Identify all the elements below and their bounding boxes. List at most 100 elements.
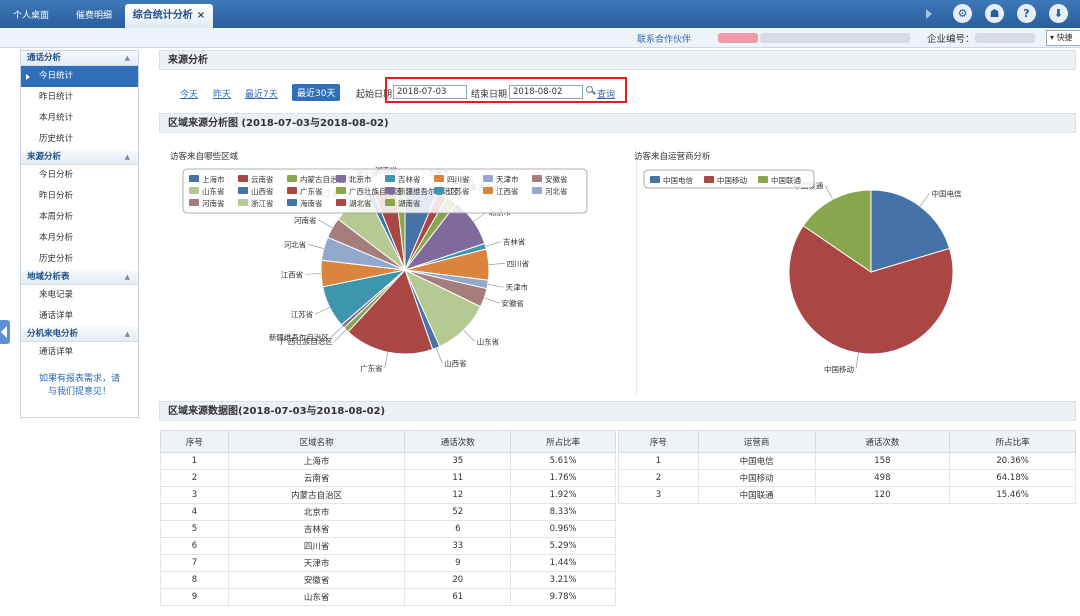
legend-label[interactable]: 中国移动 <box>717 175 747 185</box>
range-7days-link[interactable]: 最近7天 <box>245 87 278 100</box>
legend-swatch[interactable] <box>336 175 346 182</box>
column-header: 序号 <box>160 430 229 453</box>
sidebar-group-call-analysis[interactable]: 通话分析 ▲ <box>21 51 138 66</box>
partner-link[interactable]: 联系合作伙伴 <box>637 32 691 45</box>
shortcut-dropdown[interactable]: ▾ 快捷 <box>1046 30 1080 46</box>
slice-label: 河南省 <box>294 215 317 225</box>
tab-billing-detail[interactable]: 催费明细 <box>66 4 122 28</box>
legend-swatch[interactable] <box>336 187 346 194</box>
legend-label[interactable]: 安徽省 <box>545 174 568 184</box>
collapse-caret-icon[interactable]: ▲ <box>125 150 130 165</box>
legend-swatch[interactable] <box>483 175 493 182</box>
sidebar-item-yesterday-stats[interactable]: 昨日统计 <box>21 87 138 108</box>
legend-swatch[interactable] <box>758 176 768 183</box>
table-row: 2 云南省 11 1.76% <box>160 469 616 487</box>
tab-personal-desktop[interactable]: 个人桌面 <box>6 4 56 28</box>
legend-label[interactable]: 河南省 <box>202 198 225 208</box>
legend-swatch[interactable] <box>434 187 444 194</box>
sidebar-item-extension-call-details[interactable]: 通话详单 <box>21 342 138 363</box>
legend-label[interactable]: 上海市 <box>202 174 225 184</box>
sidebar-item-week-analysis[interactable]: 本周分析 <box>21 207 138 228</box>
table-row: 1 上海市 35 5.61% <box>160 452 616 470</box>
legend-swatch[interactable] <box>287 187 297 194</box>
table-row: 9 山东省 61 9.78% <box>160 588 616 606</box>
legend-swatch[interactable] <box>532 175 542 182</box>
sidebar-item-month-analysis[interactable]: 本月分析 <box>21 228 138 249</box>
legend-label[interactable]: 云南省 <box>251 174 274 184</box>
legend-label[interactable]: 中国联通 <box>771 175 801 185</box>
user-icon[interactable]: ☗ <box>985 4 1004 23</box>
slice-label: 江苏省 <box>291 309 314 319</box>
company-id-label: 企业编号： <box>927 34 975 45</box>
legend-label[interactable]: 浙江省 <box>251 198 274 208</box>
scroll-right-icon[interactable] <box>926 9 932 19</box>
legend-label[interactable]: 山东省 <box>202 186 225 196</box>
legend-swatch[interactable] <box>434 175 444 182</box>
sidebar-item-history-analysis[interactable]: 历史分析 <box>21 249 138 270</box>
column-header: 运营商 <box>697 430 816 453</box>
legend-swatch[interactable] <box>385 187 395 194</box>
collapse-caret-icon[interactable]: ▲ <box>125 327 130 342</box>
redacted-text <box>718 33 758 43</box>
slice-label: 四川省 <box>507 258 530 268</box>
legend-swatch[interactable] <box>189 199 199 206</box>
range-30days-button[interactable]: 最近30天 <box>292 84 341 101</box>
legend-swatch[interactable] <box>385 199 395 206</box>
table-cell: 8 <box>160 571 229 589</box>
legend-label[interactable]: 江西省 <box>496 186 519 196</box>
table-cell: 1.44% <box>510 554 616 572</box>
tab-statistics-analysis[interactable]: 综合统计分析 × <box>125 4 213 28</box>
sidebar-item-history-stats[interactable]: 历史统计 <box>21 129 138 150</box>
collapse-caret-icon[interactable]: ▲ <box>125 51 130 66</box>
settings-icon[interactable]: ⚙ <box>953 4 972 23</box>
legend-swatch[interactable] <box>385 175 395 182</box>
legend-label[interactable]: 湖南省 <box>398 198 421 208</box>
legend-label[interactable]: 湖北省 <box>349 198 372 208</box>
legend-swatch[interactable] <box>483 187 493 194</box>
table-cell: 9 <box>404 554 512 572</box>
legend-label[interactable]: 四川省 <box>447 174 470 184</box>
legend-swatch[interactable] <box>336 199 346 206</box>
range-today-link[interactable]: 今天 <box>180 87 198 100</box>
logout-icon[interactable]: ⬇ <box>1049 4 1068 23</box>
legend-label[interactable]: 中国电信 <box>663 175 693 185</box>
legend-swatch[interactable] <box>287 175 297 182</box>
legend-label[interactable]: 吉林省 <box>398 174 421 184</box>
legend-swatch[interactable] <box>532 187 542 194</box>
legend-label[interactable]: 河北省 <box>545 186 568 196</box>
sidebar-item-call-details[interactable]: 通话详单 <box>21 306 138 327</box>
sidebar-group-region-table[interactable]: 地域分析表 ▲ <box>21 270 138 285</box>
legend-label[interactable]: 江苏省 <box>447 186 470 196</box>
table-cell: 天津市 <box>227 554 406 572</box>
legend-label[interactable]: 北京市 <box>349 174 372 184</box>
close-icon[interactable]: × <box>197 10 205 21</box>
collapse-caret-icon[interactable]: ▲ <box>125 270 130 285</box>
sidebar-item-yesterday-analysis[interactable]: 昨日分析 <box>21 186 138 207</box>
legend-swatch[interactable] <box>287 199 297 206</box>
legend-swatch[interactable] <box>189 175 199 182</box>
legend-swatch[interactable] <box>704 176 714 183</box>
sidebar-item-today-analysis[interactable]: 今日分析 <box>21 165 138 186</box>
legend-swatch[interactable] <box>238 175 248 182</box>
sidebar-item-call-records[interactable]: 来电记录 <box>21 285 138 306</box>
table-cell: 52 <box>404 503 512 521</box>
chart-section-title: 区域来源分析图 (2018-07-03与2018-08-02) <box>159 113 1076 133</box>
sidebar-item-month-stats[interactable]: 本月统计 <box>21 108 138 129</box>
help-icon[interactable]: ? <box>1017 4 1036 23</box>
legend-label[interactable]: 天津市 <box>496 174 519 184</box>
legend-swatch[interactable] <box>238 187 248 194</box>
feedback-link[interactable]: 如果有报表需求，请 与我们提意见！ <box>21 363 138 409</box>
legend-label[interactable]: 广东省 <box>300 186 323 196</box>
legend-swatch[interactable] <box>189 187 199 194</box>
sidebar-group-source-analysis[interactable]: 来源分析 ▲ <box>21 150 138 165</box>
legend-swatch[interactable] <box>650 176 660 183</box>
legend-swatch[interactable] <box>238 199 248 206</box>
collapse-sidebar-icon[interactable] <box>0 320 10 344</box>
legend-label[interactable]: 海南省 <box>300 198 323 208</box>
table-row: 3 内蒙古自治区 12 1.92% <box>160 486 616 504</box>
table-row: 6 四川省 33 5.29% <box>160 537 616 555</box>
legend-label[interactable]: 山西省 <box>251 186 274 196</box>
sidebar-item-today-stats[interactable]: 今日统计 <box>21 66 138 87</box>
range-yesterday-link[interactable]: 昨天 <box>213 87 231 100</box>
sidebar-group-extension-analysis[interactable]: 分机来电分析 ▲ <box>21 327 138 342</box>
